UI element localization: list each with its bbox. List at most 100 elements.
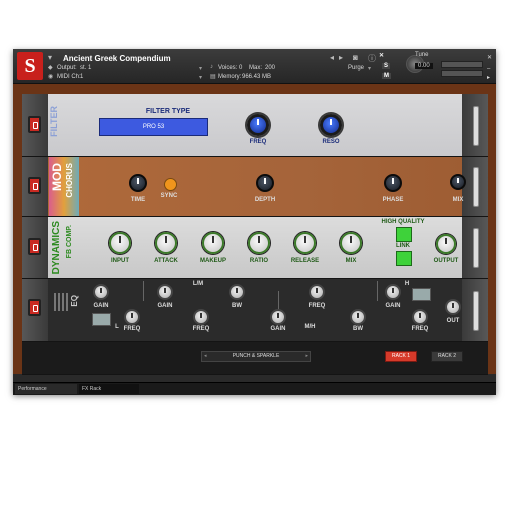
eq-lm-bw-label: BW xyxy=(232,303,242,309)
dynamics-output-label: OUTPUT xyxy=(433,258,459,264)
eq-low-shelf-button[interactable] xyxy=(92,313,111,326)
eq-high-gain-label: GAIN xyxy=(385,303,401,309)
chorus-phase-knob[interactable] xyxy=(384,174,402,192)
dynamics-release-knob[interactable] xyxy=(294,232,316,254)
instrument-header: S ▾ Ancient Greek Compendium ◆ Output: s… xyxy=(13,49,496,84)
chorus-time-knob[interactable] xyxy=(129,174,147,192)
dynamics-input-knob[interactable] xyxy=(109,232,131,254)
rack-2-button[interactable]: RACK 2 xyxy=(431,351,463,362)
next-icon[interactable]: ▸ xyxy=(339,53,343,62)
chorus-left-ear xyxy=(22,157,48,216)
rack-1-button[interactable]: RACK 1 xyxy=(385,351,417,362)
eq-right-ear xyxy=(462,279,488,341)
pan-slider[interactable] xyxy=(441,70,483,77)
filter-power-button[interactable] xyxy=(28,116,41,133)
dynamics-mix-knob[interactable] xyxy=(340,232,362,254)
close-icon[interactable]: ✕ xyxy=(379,52,384,59)
collapse-arrow-icon[interactable]: ▾ xyxy=(48,53,52,62)
eq-divider xyxy=(143,281,144,301)
camera-icon[interactable]: ◙ xyxy=(353,53,358,62)
chorus-mix-knob[interactable] xyxy=(450,174,466,190)
midi-dropdown-icon[interactable]: ▾ xyxy=(199,74,202,81)
chorus-depth-label: DEPTH xyxy=(254,197,276,203)
dynamics-input-label: INPUT xyxy=(111,258,129,264)
output-dropdown-icon[interactable]: ▾ xyxy=(199,65,202,72)
chorus-power-button[interactable] xyxy=(28,177,41,194)
voices-icon: ♪ xyxy=(210,64,213,70)
preset-selector[interactable]: ◂ PUNCH & SPARKLE ▸ xyxy=(201,351,311,362)
output-value[interactable]: st. 1 xyxy=(80,65,91,71)
eq-high-gain-knob[interactable] xyxy=(385,284,401,300)
eq-mh-gain-knob[interactable] xyxy=(270,309,286,325)
close-instrument-icon[interactable]: ✕ xyxy=(487,54,492,61)
tune-value[interactable]: 0.00 xyxy=(415,63,433,69)
eq-out-label: OUT xyxy=(446,318,460,324)
filter-type-select[interactable]: PRO 53 xyxy=(99,118,208,136)
mute-button[interactable]: M xyxy=(382,73,391,79)
midi-label: MIDI Ch: xyxy=(57,74,81,80)
eq-graphic-icon xyxy=(54,293,70,311)
fx-rack: FILTER FILTER TYPE PRO 53 FREQ RESO MOD … xyxy=(13,84,496,375)
rack-footer: ◂ PUNCH & SPARKLE ▸ RACK 1 RACK 2 xyxy=(22,342,488,374)
dynamics-mix-label: MIX xyxy=(345,258,357,264)
chorus-sync-label: SYNC xyxy=(160,193,178,199)
eq-lm-gain-label: GAIN xyxy=(157,303,173,309)
minimize-icon[interactable]: – xyxy=(487,66,490,72)
eq-low-gain-knob[interactable] xyxy=(93,284,109,300)
dynamics-output-knob[interactable] xyxy=(436,234,456,254)
eq-mh-freq-knob[interactable] xyxy=(309,284,325,300)
previous-icon[interactable]: ◂ xyxy=(330,53,334,62)
solo-button[interactable]: S xyxy=(382,63,391,69)
chorus-depth-knob[interactable] xyxy=(256,174,274,192)
tab-fx-rack[interactable]: FX Rack xyxy=(79,384,139,394)
high-quality-toggle[interactable] xyxy=(396,227,412,242)
dynamics-ratio-knob[interactable] xyxy=(248,232,270,254)
eq-high-shelf-button[interactable] xyxy=(412,288,431,301)
filter-reso-label: RESO xyxy=(322,139,340,145)
eq-lm-freq-knob[interactable] xyxy=(193,309,209,325)
eq-lm-band-label: L/M xyxy=(192,281,204,287)
dynamics-right-ear xyxy=(462,217,488,278)
instrument-logo: S xyxy=(17,52,43,80)
eq-power-button[interactable] xyxy=(28,299,41,316)
purge-button[interactable]: Purge xyxy=(348,65,364,71)
instrument-name[interactable]: Ancient Greek Compendium xyxy=(63,54,171,63)
filter-title: FILTER xyxy=(49,106,59,137)
dynamics-subtitle: FB COMP. xyxy=(66,225,73,259)
volume-slider[interactable] xyxy=(441,61,483,68)
tab-performance[interactable]: Performance xyxy=(15,384,77,394)
eq-lm-gain-knob[interactable] xyxy=(157,284,173,300)
eq-mh-freq-label: FREQ xyxy=(308,303,326,309)
link-toggle[interactable] xyxy=(396,251,412,266)
eq-mh-bw-knob[interactable] xyxy=(350,309,366,325)
eq-low-freq-label: FREQ xyxy=(123,326,141,332)
eq-module: EQ GAIN L FREQ GAIN L/M FREQ BW GAIN FRE… xyxy=(22,279,488,341)
eq-out-knob[interactable] xyxy=(445,299,461,315)
output-icon: ◆ xyxy=(48,65,53,71)
output-label: Output: xyxy=(57,65,77,71)
midi-value[interactable]: 1 xyxy=(80,74,83,80)
eq-low-freq-knob[interactable] xyxy=(124,309,140,325)
max-value[interactable]: 200 xyxy=(265,65,275,71)
dynamics-power-button[interactable] xyxy=(28,238,41,255)
purge-dropdown-icon[interactable]: ▾ xyxy=(368,65,371,72)
eq-high-freq-knob[interactable] xyxy=(412,309,428,325)
voices-label: Voices: xyxy=(218,65,238,71)
info-icon[interactable]: ⓘ xyxy=(368,53,376,64)
dynamics-makeup-knob[interactable] xyxy=(202,232,224,254)
dynamics-makeup-label: MAKEUP xyxy=(199,258,226,264)
eq-handle xyxy=(473,291,479,331)
filter-freq-knob[interactable] xyxy=(247,114,269,136)
dynamics-attack-knob[interactable] xyxy=(155,232,177,254)
eq-low-gain-label: GAIN xyxy=(93,303,109,309)
eq-mh-bw-label: BW xyxy=(353,326,363,332)
preset-next-icon[interactable]: ▸ xyxy=(305,352,308,361)
eq-left-ear xyxy=(22,279,48,341)
midi-icon: ◉ xyxy=(48,74,54,80)
eq-lm-bw-knob[interactable] xyxy=(229,284,245,300)
chorus-sync-button[interactable] xyxy=(164,178,177,191)
filter-module: FILTER FILTER TYPE PRO 53 FREQ RESO xyxy=(22,94,488,156)
filter-reso-knob[interactable] xyxy=(320,114,342,136)
aux-icon[interactable]: ▸ xyxy=(487,74,490,81)
link-label: LINK xyxy=(396,243,410,249)
